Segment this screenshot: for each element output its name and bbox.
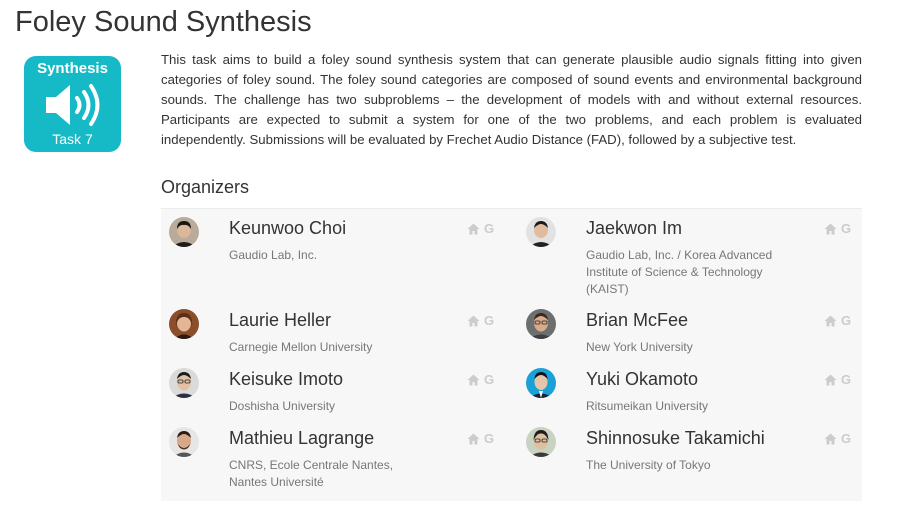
organizer-card: Shinnosuke Takamichi The University of T… [518,427,863,507]
organizers-list: Keunwoo Choi Gaudio Lab, Inc. G Jaekwon … [161,208,862,501]
organizer-card: Keunwoo Choi Gaudio Lab, Inc. G [161,217,506,297]
home-icon[interactable] [824,315,837,327]
organizer-affiliation: New York University [586,340,693,354]
google-scholar-icon[interactable]: G [484,432,494,446]
organizer-links: G [467,373,494,387]
speaker-volume-icon [46,84,100,126]
organizer-links: G [467,314,494,328]
organizer-links: G [467,222,494,236]
avatar [526,217,556,247]
google-scholar-icon[interactable]: G [484,373,494,387]
avatar [526,427,556,457]
organizer-links: G [467,432,494,446]
badge-subtitle: Task 7 [52,131,93,147]
organizer-links: G [824,222,851,236]
google-scholar-icon[interactable]: G [484,314,494,328]
organizer-affiliation: CNRS, Ecole Centrale Nantes, Nantes Univ… [229,458,394,489]
avatar [169,217,199,247]
home-icon[interactable] [467,374,480,386]
google-scholar-icon[interactable]: G [841,432,851,446]
home-icon[interactable] [824,223,837,235]
organizer-affiliation: Ritsumeikan University [586,399,709,413]
organizer-name: Laurie Heller [229,310,332,330]
organizer-name: Brian McFee [586,310,689,330]
organizer-links: G [824,314,851,328]
home-icon[interactable] [467,433,480,445]
organizer-name: Yuki Okamoto [586,369,699,389]
organizer-affiliation: Gaudio Lab, Inc. [229,248,318,262]
organizer-affiliation: The University of Tokyo [586,458,711,472]
avatar [526,368,556,398]
organizer-name: Keunwoo Choi [229,218,347,238]
google-scholar-icon[interactable]: G [841,373,851,387]
avatar [169,368,199,398]
avatar [169,309,199,339]
avatar [526,309,556,339]
organizer-affiliation: Gaudio Lab, Inc. / Korea Advanced Instit… [586,248,773,296]
organizer-name: Mathieu Lagrange [229,428,375,448]
google-scholar-icon[interactable]: G [484,222,494,236]
organizer-name: Keisuke Imoto [229,369,344,389]
home-icon[interactable] [467,223,480,235]
organizers-heading: Organizers [161,177,250,197]
organizer-links: G [824,432,851,446]
organizer-affiliation: Carnegie Mellon University [229,340,373,354]
google-scholar-icon[interactable]: G [841,314,851,328]
google-scholar-icon[interactable]: G [841,222,851,236]
organizer-card: Mathieu Lagrange CNRS, Ecole Centrale Na… [161,427,506,507]
home-icon[interactable] [824,374,837,386]
badge-title: Synthesis [37,60,108,77]
home-icon[interactable] [824,433,837,445]
organizer-links: G [824,373,851,387]
organizer-affiliation: Doshisha University [229,399,336,413]
page-title: Foley Sound Synthesis [15,6,312,38]
organizer-name: Jaekwon Im [586,218,683,238]
organizer-card: Jaekwon Im Gaudio Lab, Inc. / Korea Adva… [518,217,863,297]
organizer-name: Shinnosuke Takamichi [586,428,765,448]
task-badge[interactable]: Synthesis Task 7 [24,56,121,152]
task-description: This task aims to build a foley sound sy… [161,52,862,147]
avatar [169,427,199,457]
home-icon[interactable] [467,315,480,327]
